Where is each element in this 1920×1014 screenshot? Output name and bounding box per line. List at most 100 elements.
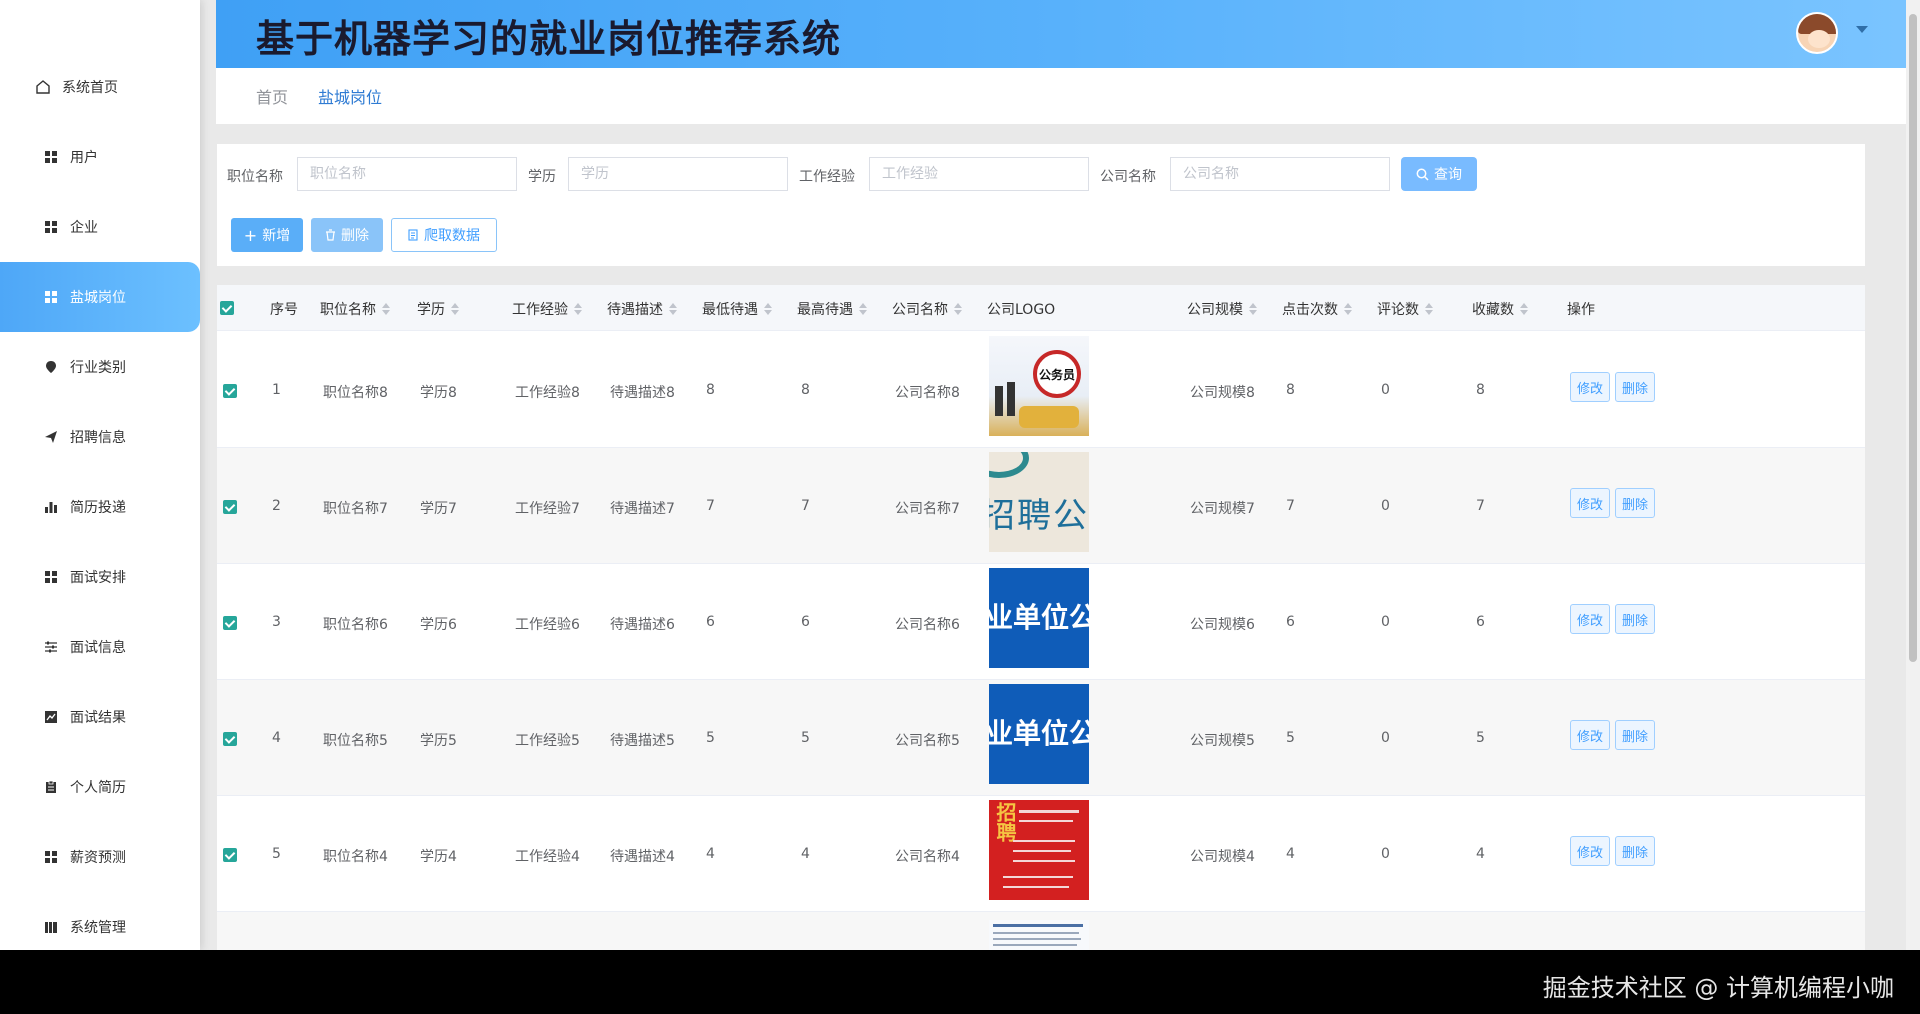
sliders-icon xyxy=(42,640,60,654)
cell-company: 公司名称7 xyxy=(895,501,960,517)
col-header-max-salary[interactable]: 最高待遇 xyxy=(797,299,867,319)
row-checkbox[interactable] xyxy=(223,848,237,862)
col-header-experience[interactable]: 工作经验 xyxy=(512,299,582,319)
col-header-benefits[interactable]: 待遇描述 xyxy=(607,299,677,319)
cell-experience: 工作经验6 xyxy=(515,617,580,633)
cell-company: 公司名称6 xyxy=(895,617,960,633)
sidebar-item-industry[interactable]: 行业类别 xyxy=(0,332,200,402)
sidebar-item-label: 招聘信息 xyxy=(70,430,126,446)
col-header-favorites[interactable]: 收藏数 xyxy=(1472,299,1528,319)
sort-icon xyxy=(574,303,582,315)
edit-button[interactable]: 修改 xyxy=(1570,720,1610,750)
crawl-data-button[interactable]: 爬取数据 xyxy=(391,218,497,252)
cell-max-salary: 7 xyxy=(801,498,810,514)
delete-button[interactable]: 删除 xyxy=(1615,604,1655,634)
user-avatar[interactable] xyxy=(1796,12,1838,54)
row-checkbox[interactable] xyxy=(223,500,237,514)
sidebar-item-users[interactable]: 用户 xyxy=(0,122,200,192)
sidebar-item-yancheng-jobs[interactable]: 盐城岗位 xyxy=(0,262,200,332)
jobs-table: 序号 职位名称 学历 工作经验 待遇描述 最低待遇 最高待遇 公司名称 公司LO… xyxy=(217,285,1865,950)
col-header-title[interactable]: 职位名称 xyxy=(320,299,390,319)
sidebar-item-home[interactable]: 系统首页 xyxy=(0,52,200,122)
cell-experience: 工作经验7 xyxy=(515,501,580,517)
edit-button[interactable]: 修改 xyxy=(1570,836,1610,866)
cell-company: 公司名称4 xyxy=(895,849,960,865)
delete-button[interactable]: 删除 xyxy=(1615,372,1655,402)
sidebar-item-recruitment[interactable]: 招聘信息 xyxy=(0,402,200,472)
col-header-ops: 操作 xyxy=(1567,302,1595,318)
chevron-down-icon[interactable] xyxy=(1856,26,1868,33)
cell-min-salary: 7 xyxy=(706,498,715,514)
cell-clicks: 7 xyxy=(1286,498,1295,514)
cell-max-salary: 8 xyxy=(801,382,810,398)
sidebar-item-label: 面试安排 xyxy=(70,570,126,586)
batch-delete-button[interactable]: 删除 xyxy=(311,218,383,252)
search-label-title: 职位名称 xyxy=(227,169,283,185)
sort-icon xyxy=(954,303,962,315)
row-checkbox[interactable] xyxy=(223,384,237,398)
job-title-input[interactable] xyxy=(297,157,517,191)
cell-experience: 工作经验5 xyxy=(515,733,580,749)
col-header-company[interactable]: 公司名称 xyxy=(892,299,962,319)
edit-button[interactable]: 修改 xyxy=(1570,372,1610,402)
company-logo-image: 招聘公告 xyxy=(989,452,1089,552)
query-button-label: 查询 xyxy=(1434,167,1462,183)
sidebar-item-resume-delivery[interactable]: 简历投递 xyxy=(0,472,200,542)
sidebar-item-system-management[interactable]: 系统管理 xyxy=(0,892,200,962)
sidebar-item-interview-info[interactable]: 面试信息 xyxy=(0,612,200,682)
cell-experience: 工作经验4 xyxy=(515,849,580,865)
sidebar-item-enterprise[interactable]: 企业 xyxy=(0,192,200,262)
col-header-comments[interactable]: 评论数 xyxy=(1377,299,1433,319)
col-header-education[interactable]: 学历 xyxy=(417,299,459,319)
edit-button[interactable]: 修改 xyxy=(1570,604,1610,634)
cell-clicks: 8 xyxy=(1286,382,1295,398)
sidebar-item-label: 面试结果 xyxy=(70,710,126,726)
sidebar-item-label: 薪资预测 xyxy=(70,850,126,866)
select-all-checkbox[interactable] xyxy=(220,301,234,315)
line-chart-icon xyxy=(42,710,60,724)
sort-icon xyxy=(764,303,772,315)
sidebar-item-salary-prediction[interactable]: 薪资预测 xyxy=(0,822,200,892)
sidebar-item-label: 个人简历 xyxy=(70,780,126,796)
sidebar-item-interview-schedule[interactable]: 面试安排 xyxy=(0,542,200,612)
sidebar-item-label: 系统管理 xyxy=(70,920,126,936)
col-header-min-salary[interactable]: 最低待遇 xyxy=(702,299,772,319)
cell-clicks: 4 xyxy=(1286,846,1295,862)
delete-button[interactable]: 删除 xyxy=(1615,720,1655,750)
home-icon xyxy=(34,79,52,95)
sidebar-item-label: 用户 xyxy=(70,150,98,166)
sidebar-item-personal-resume[interactable]: 个人简历 xyxy=(0,752,200,822)
company-logo-image: 业单位公 xyxy=(989,684,1089,784)
company-name-input[interactable] xyxy=(1170,157,1390,191)
sidebar-item-label: 盐城岗位 xyxy=(70,290,126,306)
query-button[interactable]: 查询 xyxy=(1401,157,1477,191)
cell-benefits: 待遇描述8 xyxy=(610,385,675,401)
cell-max-salary: 5 xyxy=(801,730,810,746)
table-row: 1 职位名称8 学历8 工作经验8 待遇描述8 8 8 公司名称8 公务员 公司… xyxy=(217,332,1865,448)
delete-button[interactable]: 删除 xyxy=(1615,836,1655,866)
row-checkbox[interactable] xyxy=(223,732,237,746)
row-checkbox[interactable] xyxy=(223,616,237,630)
add-button[interactable]: + 新增 xyxy=(231,218,303,252)
cell-max-salary: 4 xyxy=(801,846,810,862)
grid-icon xyxy=(42,221,60,233)
cell-scale: 公司规模7 xyxy=(1190,501,1255,517)
sort-icon xyxy=(451,303,459,315)
bar-chart-icon xyxy=(42,500,60,514)
add-button-label: 新增 xyxy=(262,228,291,244)
edit-button[interactable]: 修改 xyxy=(1570,488,1610,518)
sidebar-item-interview-result[interactable]: 面试结果 xyxy=(0,682,200,752)
cell-min-salary: 4 xyxy=(706,846,715,862)
breadcrumb-home[interactable]: 首页 xyxy=(256,84,288,108)
col-header-clicks[interactable]: 点击次数 xyxy=(1282,299,1352,319)
delete-button[interactable]: 删除 xyxy=(1615,488,1655,518)
sidebar-item-label: 企业 xyxy=(70,220,98,236)
experience-input[interactable] xyxy=(869,157,1089,191)
scrollbar-thumb[interactable] xyxy=(1909,14,1917,662)
education-input[interactable] xyxy=(568,157,788,191)
col-header-scale[interactable]: 公司规模 xyxy=(1187,299,1257,319)
search-icon xyxy=(1416,168,1429,181)
page-scrollbar[interactable] xyxy=(1906,0,1920,950)
cell-comments: 0 xyxy=(1381,382,1390,398)
table-row xyxy=(217,912,1865,950)
